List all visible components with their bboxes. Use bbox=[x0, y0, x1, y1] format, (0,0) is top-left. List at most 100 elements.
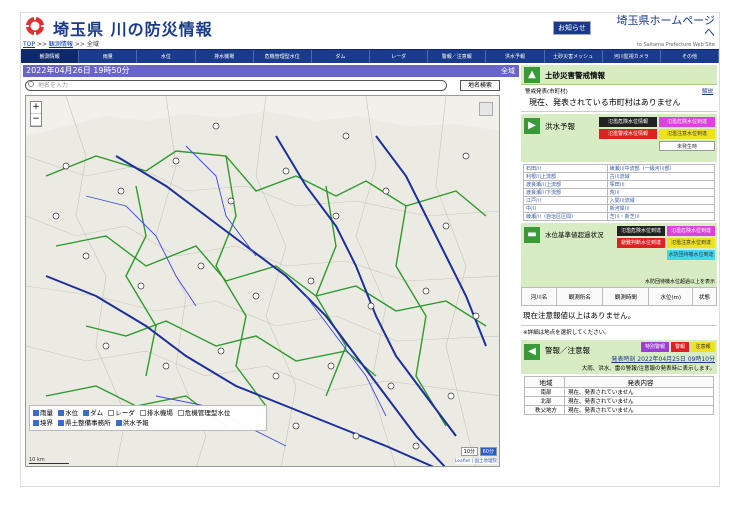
table-header-row: 地域 発表内容 bbox=[524, 376, 714, 388]
layer-dam-checkbox[interactable]: ダム bbox=[83, 408, 103, 418]
layer-flood-forecast-checkbox[interactable]: 洪水予報 bbox=[115, 418, 149, 428]
breadcrumb-current: 全域 bbox=[86, 41, 99, 48]
breadcrumb-top[interactable]: TOP bbox=[23, 41, 35, 48]
flood-badge-danger-info: 氾濫危険水位情報 bbox=[599, 117, 657, 127]
zoom-in-button[interactable]: + bbox=[31, 102, 41, 114]
zoom-out-button[interactable]: − bbox=[31, 114, 41, 126]
nav-crisis-water-level[interactable]: 危機管理型水位 bbox=[254, 50, 312, 63]
table-row: 南部 現在、発表されていません bbox=[524, 387, 714, 397]
landslide-help-link[interactable]: 解説 bbox=[702, 87, 713, 95]
exceed-badge-2: 氾濫危険水位到達 bbox=[667, 226, 715, 236]
exceed-badge-5: 水防団待機水位到達 bbox=[667, 250, 715, 260]
flood-badge-none: 未発生時 bbox=[659, 141, 715, 151]
landslide-status: 現在、発表されている市町村はありません bbox=[521, 97, 717, 112]
nav-water-level[interactable]: 水位 bbox=[137, 50, 196, 63]
header: 埼玉県 川の防災情報 お知らせ 埼玉県ホームページへ to Saitama Pr… bbox=[21, 13, 719, 48]
river-link[interactable]: 入間川流域 bbox=[606, 196, 716, 205]
region-status: 現在、発表されていません bbox=[564, 396, 714, 406]
layer-boundary-checkbox[interactable]: 境界 bbox=[33, 418, 53, 428]
river-link[interactable]: 新河岸川 bbox=[606, 204, 716, 213]
page: 埼玉県 川の防災情報 お知らせ 埼玉県ホームページへ to Saitama Pr… bbox=[20, 12, 720, 487]
table-row: 石田川 綾瀬川中流部（一級河川部） bbox=[523, 164, 716, 173]
layer-water-level-checkbox[interactable]: 水位 bbox=[58, 408, 78, 418]
table-row: 江戸川 入間川流域 bbox=[523, 196, 716, 205]
map-legend: 雨量 水位 ダム レーダ 排水機場 危機管理型水位 境界 県土整備事務所 洪水予… bbox=[29, 405, 267, 431]
layer-crisis-level-checkbox[interactable]: 危機管理型水位 bbox=[177, 408, 230, 418]
nav-observation[interactable]: 観測情報 bbox=[21, 50, 80, 63]
warn-badge-warning: 警報 bbox=[671, 342, 689, 352]
table-row: 渡良瀬川上流部 塚田川 bbox=[523, 180, 716, 189]
warnings-table: 地域 発表内容 南部 現在、発表されていません 北部 現在、発表されていません 秩父… bbox=[524, 376, 714, 415]
exceed-badge-4: 氾濫注意水位到達 bbox=[667, 238, 715, 248]
map-attribution[interactable]: Leaflet | 国土地理院 bbox=[454, 458, 497, 464]
river-link[interactable]: 古川流域 bbox=[606, 172, 716, 181]
info-panel: ▲ 土砂災害警戒情報 警戒発表(市町村) 解説 現在、発表されている市町村はあり… bbox=[520, 65, 718, 470]
river-link[interactable]: 利根川上流部 bbox=[523, 172, 608, 181]
observation-table: 河川名 観測所名 観測時間 水位(m) 状態 bbox=[520, 287, 718, 306]
pref-link-sub: to Saitama Prefecture Web Site bbox=[636, 42, 715, 48]
nav-landslide-mesh[interactable]: 土砂災害メッシュ bbox=[545, 50, 603, 63]
col-station: 観測所名 bbox=[556, 287, 604, 306]
exceed-note: 水防団待機水位超過以上を表示 bbox=[644, 279, 715, 285]
speaker-icon: ◀ bbox=[524, 344, 540, 360]
river-link[interactable]: 中川 bbox=[523, 204, 608, 213]
map-scale: 10 km bbox=[29, 457, 69, 464]
warn-badge-special: 特別警報 bbox=[641, 342, 669, 352]
nav-dam[interactable]: ダム bbox=[312, 50, 371, 63]
flood-badge-danger-reached: 氾濫危険水位到達 bbox=[659, 117, 715, 127]
flood-badge-caution-reached: 氾濫注意水位到達 bbox=[659, 129, 715, 139]
table-row: 渡良瀬川下流部 荒川 bbox=[523, 188, 716, 197]
table-row: 秩父地方 現在、発表されていません bbox=[524, 405, 714, 415]
saitama-logo-icon[interactable] bbox=[25, 16, 45, 36]
place-search-button[interactable]: 地名検索 bbox=[460, 80, 500, 91]
water-level-exceed-title: 水位基準値超過状況 bbox=[545, 231, 604, 239]
river-link[interactable]: 綾瀬川（自治区区間） bbox=[523, 212, 608, 221]
layer-office-checkbox[interactable]: 県土整備事務所 bbox=[58, 418, 111, 428]
river-link[interactable]: 石田川 bbox=[523, 164, 608, 173]
scale-60min-button[interactable]: 60分 bbox=[479, 447, 497, 456]
observation-message: 現在注意報値以上はありません。 bbox=[521, 306, 717, 326]
warn-note: 大雨、洪水、雷の警報/注意報の発表時に表示します。 bbox=[581, 366, 715, 372]
nav-pumping-station[interactable]: 排水機場 bbox=[196, 50, 254, 63]
river-link[interactable]: 渡良瀬川上流部 bbox=[523, 180, 608, 189]
layer-pumping-checkbox[interactable]: 排水機場 bbox=[139, 408, 173, 418]
site-title[interactable]: 埼玉県 川の防災情報 bbox=[53, 16, 213, 40]
table-header-row: 河川名 観測所名 観測時間 水位(m) 状態 bbox=[520, 287, 718, 306]
flood-badge-warning-info: 氾濫警戒水位情報 bbox=[599, 129, 657, 139]
nav-other[interactable]: その他 bbox=[661, 50, 720, 63]
nav-rainfall[interactable]: 雨量 bbox=[79, 50, 138, 63]
river-link[interactable]: 荒川 bbox=[606, 188, 716, 197]
scale-10min-button[interactable]: 10分 bbox=[460, 447, 479, 456]
water-level-exceed-panel: ▬ 水位基準値超過状況 氾濫危険水位到達 氾濫危険水位到達 避難判断水位到達 氾… bbox=[521, 223, 717, 287]
place-search-input[interactable]: 地名を入力 bbox=[25, 80, 447, 91]
breadcrumb-separator: >> bbox=[74, 41, 85, 48]
breadcrumb-overview[interactable]: 観測情報 bbox=[49, 41, 73, 48]
map-view[interactable]: + − 雨量 水位 ダム レーダ 排水機場 危機管理型水位 境界 県土整備事務所… bbox=[25, 95, 500, 467]
river-link[interactable]: 綾瀬川中流部（一級河川部） bbox=[606, 164, 716, 173]
news-button[interactable]: お知らせ bbox=[553, 21, 591, 35]
layers-icon[interactable] bbox=[479, 102, 493, 116]
layer-radar-checkbox[interactable]: レーダ bbox=[108, 408, 135, 418]
nav-flood-forecast[interactable]: 洪水予報 bbox=[486, 50, 545, 63]
landslide-label: 警戒発表(市町村) bbox=[525, 89, 568, 95]
main-nav: 観測情報 雨量 水位 排水機場 危機管理型水位 ダム レーダ 警報／注意報 洪水… bbox=[21, 49, 720, 63]
col-river: 河川名 bbox=[520, 287, 558, 306]
nav-warnings[interactable]: 警報／注意報 bbox=[428, 50, 487, 63]
nav-river-camera[interactable]: 河川監視カメラ bbox=[603, 50, 661, 63]
river-link[interactable]: 江戸川 bbox=[523, 196, 608, 205]
flood-forecast-icon: ▶ bbox=[524, 118, 540, 134]
zoom-control: + − bbox=[30, 101, 42, 127]
nav-radar[interactable]: レーダ bbox=[370, 50, 429, 63]
flood-river-table: 石田川 綾瀬川中流部（一級河川部） 利根川上流部 古川流域 渡良瀬川上流部 塚田川 渡… bbox=[523, 164, 716, 221]
observation-datetime: 2022年04月26日 19時50分 bbox=[26, 66, 130, 75]
time-scale-buttons: 10分 60分 bbox=[460, 447, 497, 456]
river-link[interactable]: 芝川・新芝川 bbox=[606, 212, 716, 221]
region-status: 現在、発表されていません bbox=[564, 405, 714, 415]
river-link[interactable]: 渡良瀬川下流部 bbox=[523, 188, 608, 197]
region-status: 現在、発表されていません bbox=[564, 387, 714, 397]
col-status: 状態 bbox=[691, 287, 718, 306]
pref-homepage-link[interactable]: 埼玉県ホームページへ to Saitama Prefecture Web Sit… bbox=[609, 15, 715, 51]
area-selector[interactable]: 全域 bbox=[501, 65, 515, 77]
river-link[interactable]: 塚田川 bbox=[606, 180, 716, 189]
layer-rainfall-checkbox[interactable]: 雨量 bbox=[33, 408, 53, 418]
